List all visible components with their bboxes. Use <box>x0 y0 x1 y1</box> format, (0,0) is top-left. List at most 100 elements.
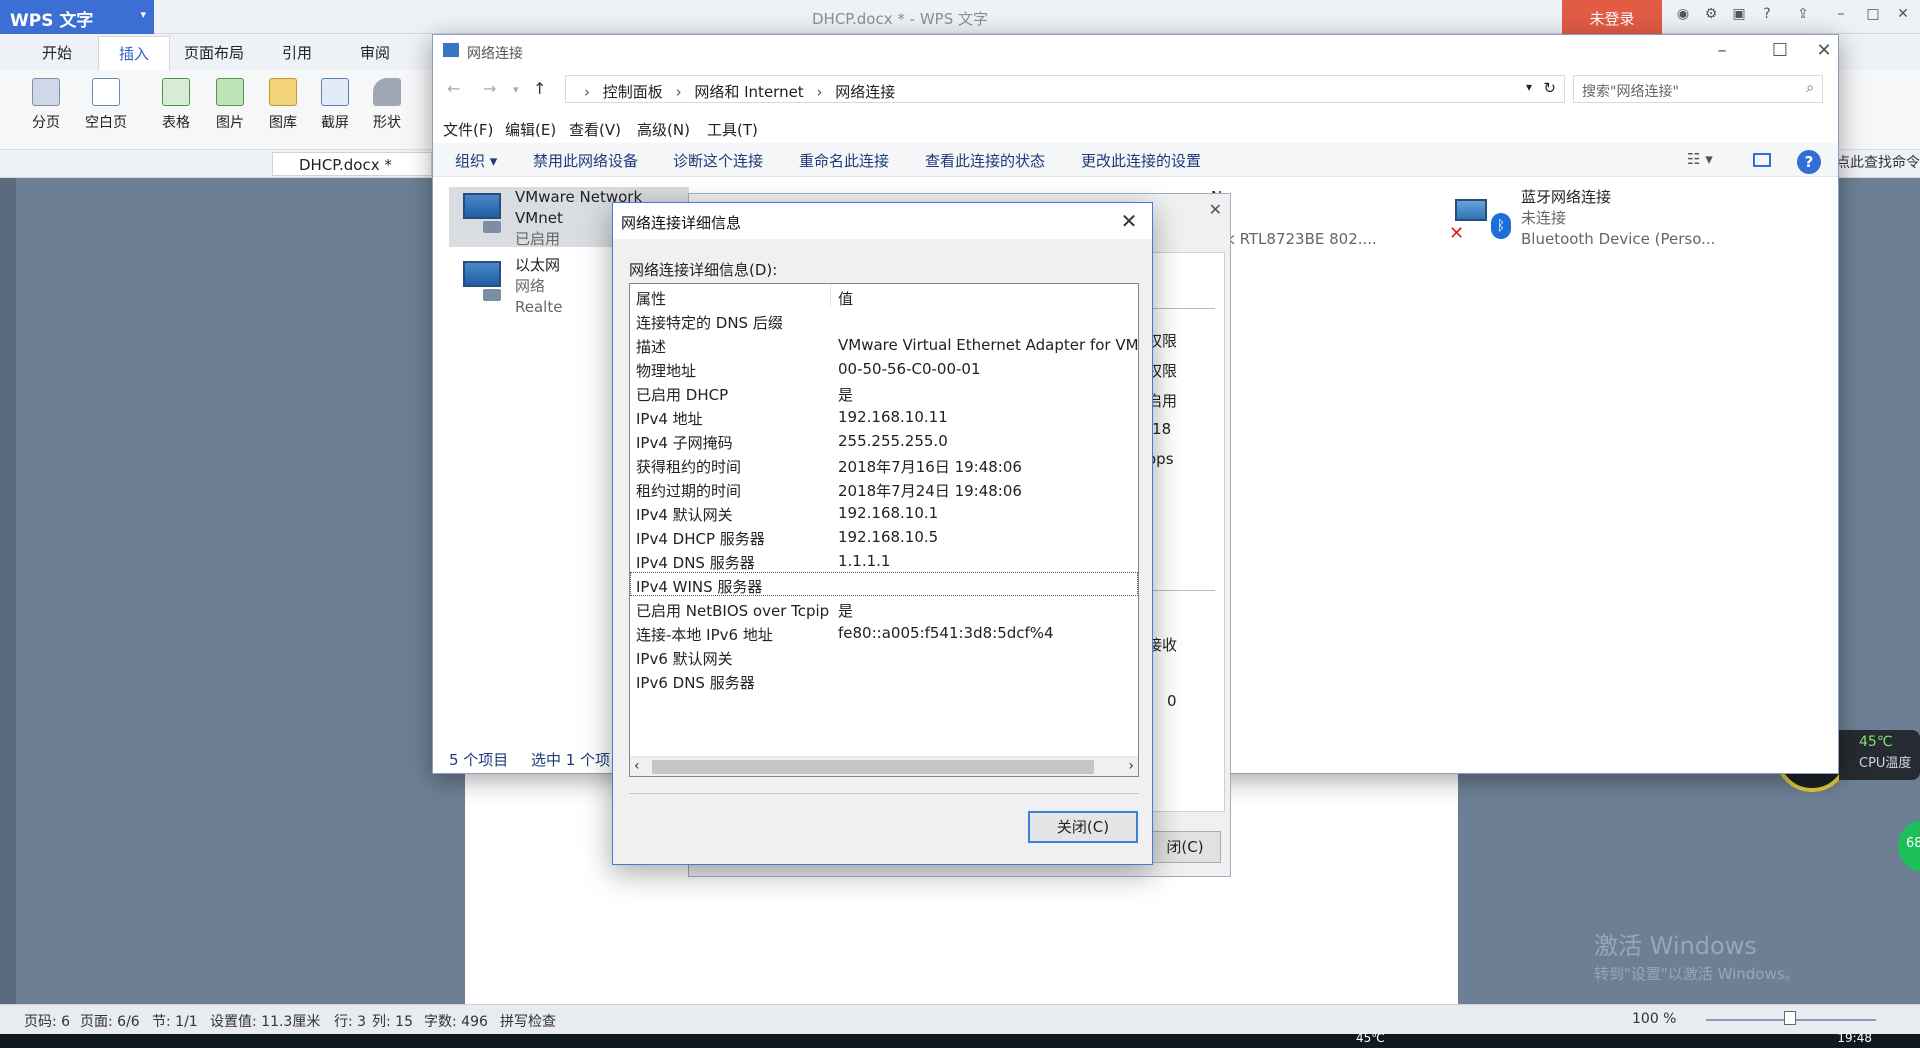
help-icon[interactable]: ? <box>1756 6 1778 28</box>
table-row[interactable]: IPv4 WINS 服务器 <box>630 572 1138 596</box>
details-list[interactable]: 属性 值 连接特定的 DNS 后缀 描述 VMware Virtual Ethern… <box>629 283 1139 777</box>
tab-home[interactable]: 开始 <box>42 42 72 63</box>
address-dropdown-icon[interactable]: ▾ <box>1526 80 1532 94</box>
close-icon[interactable]: ✕ <box>1106 203 1152 239</box>
breadcrumb-network-internet[interactable]: 网络和 Internet <box>694 83 803 101</box>
property-name: IPv4 DNS 服务器 <box>636 554 755 572</box>
close-icon[interactable]: ✕ <box>1809 35 1839 67</box>
rename-button[interactable]: 重命名此连接 <box>799 150 889 171</box>
table-row[interactable]: IPv4 子网掩码 255.255.255.0 <box>630 428 1138 452</box>
gallery-button[interactable]: 图库 <box>260 78 306 132</box>
diagnose-button[interactable]: 诊断这个连接 <box>673 150 763 171</box>
wps-app-menu[interactable]: WPS 文字 ▾ <box>0 0 154 34</box>
breadcrumb[interactable]: › 控制面板 › 网络和 Internet › 网络连接 ▾ ↻ <box>565 75 1565 103</box>
menu-advanced[interactable]: 高级(N) <box>637 119 690 140</box>
table-row[interactable]: IPv6 DNS 服务器 <box>630 668 1138 692</box>
table-row[interactable]: IPv4 DHCP 服务器 192.168.10.5 <box>630 524 1138 548</box>
divider <box>629 793 1139 794</box>
column-divider[interactable] <box>830 284 831 306</box>
up-arrow-icon[interactable]: ↑ <box>533 79 546 98</box>
tab-layout[interactable]: 页面布局 <box>184 42 244 63</box>
close-icon[interactable]: ✕ <box>1892 6 1914 28</box>
screenshot-button[interactable]: 截屏 <box>312 78 358 132</box>
property-value: 是 <box>838 386 854 404</box>
property-name: IPv4 DHCP 服务器 <box>636 530 765 548</box>
nc-address-bar: ← → ▾ ↑ › 控制面板 › 网络和 Internet › 网络连接 ▾ ↻… <box>433 71 1838 107</box>
table-row[interactable]: 物理地址 00-50-56-C0-00-01 <box>630 356 1138 380</box>
table-row[interactable]: 描述 VMware Virtual Ethernet Adapter for VM… <box>630 332 1138 356</box>
settings-icon[interactable]: ⚙ <box>1700 6 1722 28</box>
breadcrumb-control-panel[interactable]: 控制面板 <box>603 83 663 101</box>
table-button[interactable]: 表格 <box>154 78 198 132</box>
blank-page-button[interactable]: 空白页 <box>78 78 134 132</box>
tab-references[interactable]: 引用 <box>282 42 312 63</box>
forward-arrow-icon[interactable]: → <box>483 79 496 98</box>
table-row[interactable]: IPv4 默认网关 192.168.10.1 <box>630 500 1138 524</box>
skin-icon[interactable]: ◉ <box>1672 6 1694 28</box>
disable-device-button[interactable]: 禁用此网络设备 <box>533 150 638 171</box>
back-arrow-icon[interactable]: ← <box>447 79 460 98</box>
help-icon[interactable]: ? <box>1797 150 1821 174</box>
scroll-right-icon[interactable]: › <box>1128 758 1134 774</box>
property-value: 2018年7月24日 19:48:06 <box>838 482 1022 500</box>
property-value: 192.168.10.11 <box>838 408 948 426</box>
tab-insert[interactable]: 插入 <box>98 36 171 70</box>
command-search-hint[interactable]: 点此查找命令 <box>1836 152 1920 172</box>
table-row[interactable]: IPv4 地址 192.168.10.11 <box>630 404 1138 428</box>
table-row[interactable]: 连接特定的 DNS 后缀 <box>630 308 1138 332</box>
zoom-slider-handle[interactable] <box>1784 1011 1796 1025</box>
network-adapter-icon <box>459 259 503 301</box>
column-header-value[interactable]: 值 <box>838 288 853 309</box>
property-value: 255.255.255.0 <box>838 432 948 450</box>
status-close-button[interactable]: 闭(C) <box>1149 831 1221 863</box>
menu-edit[interactable]: 编辑(E) <box>505 119 556 140</box>
spell-check-toggle[interactable]: 拼写检查 <box>500 1011 556 1031</box>
table-row[interactable]: IPv4 DNS 服务器 1.1.1.1 <box>630 548 1138 572</box>
organize-button[interactable]: 组织 ▾ <box>455 150 497 171</box>
table-row[interactable]: 连接-本地 IPv6 地址 fe80::a005:f541:3d8:5dcf%4 <box>630 620 1138 644</box>
wps-app-name: WPS 文字 <box>10 11 94 31</box>
breadcrumb-network-connections[interactable]: 网络连接 <box>835 83 895 101</box>
maximize-icon[interactable]: □ <box>1862 6 1884 28</box>
connection-details-dialog: 网络连接详细信息 ✕ 网络连接详细信息(D): 属性 值 连接特定的 DNS 后… <box>612 202 1153 865</box>
table-row[interactable]: 已启用 DHCP 是 <box>630 380 1138 404</box>
menu-view[interactable]: 查看(V) <box>569 119 621 140</box>
menu-file[interactable]: 文件(F) <box>443 119 493 140</box>
close-button[interactable]: 关闭(C) <box>1028 811 1138 843</box>
table-row[interactable]: 租约过期的时间 2018年7月24日 19:48:06 <box>630 476 1138 500</box>
status-pages: 页面: 6/6 <box>80 1014 140 1030</box>
change-settings-button[interactable]: 更改此连接的设置 <box>1081 150 1201 171</box>
view-status-button[interactable]: 查看此连接的状态 <box>925 150 1045 171</box>
menu-tools[interactable]: 工具(T) <box>707 119 758 140</box>
recent-chevron-icon[interactable]: ▾ <box>513 83 519 96</box>
docer-icon[interactable]: ▣ <box>1728 6 1750 28</box>
zoom-level[interactable]: 100 % <box>1632 1011 1676 1027</box>
column-header-property[interactable]: 属性 <box>636 288 666 309</box>
table-row[interactable]: 获得租约的时间 2018年7月16日 19:48:06 <box>630 452 1138 476</box>
shape-button[interactable]: 形状 <box>364 78 410 132</box>
view-options-icon[interactable]: ☷ ▾ <box>1687 150 1713 168</box>
minimize-icon[interactable]: – <box>1830 6 1852 28</box>
scrollbar-thumb[interactable] <box>652 760 1094 774</box>
tab-review[interactable]: 审阅 <box>360 42 390 63</box>
maximize-icon[interactable]: ☐ <box>1751 35 1809 67</box>
table-row[interactable]: IPv6 默认网关 <box>630 644 1138 668</box>
table-row[interactable]: 已启用 NetBIOS over Tcpip 是 <box>630 596 1138 620</box>
preview-pane-icon[interactable] <box>1753 153 1771 167</box>
property-name: IPv4 默认网关 <box>636 506 733 524</box>
minimize-icon[interactable]: – <box>1693 35 1751 67</box>
horizontal-scrollbar[interactable]: ‹ › <box>630 756 1138 776</box>
connection-item-bluetooth[interactable]: ✕ ᛒ 蓝牙网络连接 未连接 Bluetooth Device (Perso..… <box>1445 187 1745 248</box>
picture-button[interactable]: 图片 <box>208 78 252 132</box>
property-name: IPv4 地址 <box>636 410 703 428</box>
scroll-left-icon[interactable]: ‹ <box>634 758 640 774</box>
login-button[interactable]: 未登录 <box>1562 0 1662 34</box>
refresh-icon[interactable]: ↻ <box>1543 79 1556 97</box>
connection-name: 蓝牙网络连接 <box>1521 188 1612 206</box>
page-break-button[interactable]: 分页 <box>24 78 68 132</box>
share-icon[interactable]: ⇪ <box>1792 6 1814 28</box>
wps-document-tab[interactable]: DHCP.docx * <box>272 152 432 176</box>
search-input[interactable]: 搜索"网络连接" ⌕ <box>1573 75 1823 103</box>
close-icon[interactable]: ✕ <box>1209 200 1222 219</box>
taskbar-clock[interactable]: 19:48 <box>1837 1031 1872 1045</box>
